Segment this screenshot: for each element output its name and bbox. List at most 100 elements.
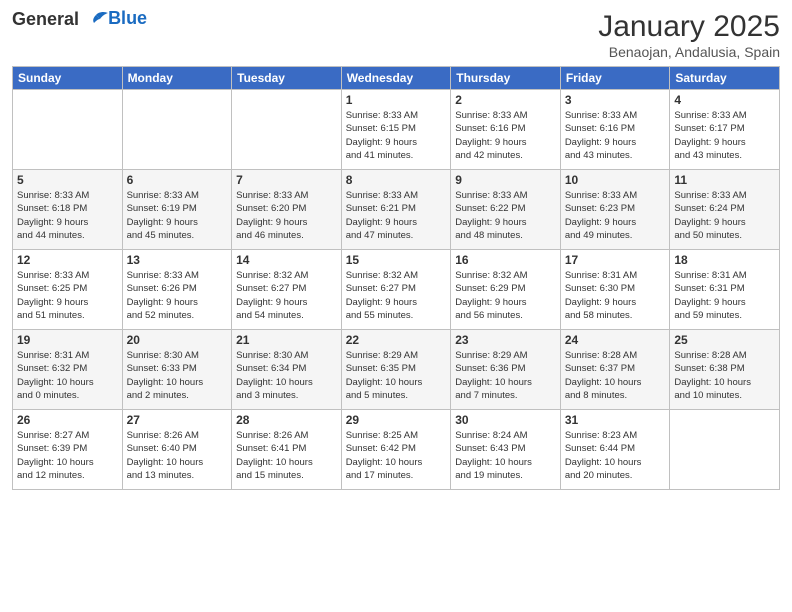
day-number: 30 bbox=[455, 413, 556, 427]
col-tuesday: Tuesday bbox=[232, 67, 342, 90]
day-info: Sunrise: 8:33 AM Sunset: 6:16 PM Dayligh… bbox=[565, 109, 666, 162]
day-info: Sunrise: 8:25 AM Sunset: 6:42 PM Dayligh… bbox=[346, 429, 447, 482]
table-row: 18 Sunrise: 8:31 AM Sunset: 6:31 PM Dayli… bbox=[670, 250, 780, 330]
day-number: 16 bbox=[455, 253, 556, 267]
table-row: 12 Sunrise: 8:33 AM Sunset: 6:25 PM Dayli… bbox=[13, 250, 123, 330]
table-row: 11 Sunrise: 8:33 AM Sunset: 6:24 PM Dayli… bbox=[670, 170, 780, 250]
day-number: 22 bbox=[346, 333, 447, 347]
day-number: 31 bbox=[565, 413, 666, 427]
calendar-week-row: 5 Sunrise: 8:33 AM Sunset: 6:18 PM Daylig… bbox=[13, 170, 780, 250]
table-row: 24 Sunrise: 8:28 AM Sunset: 6:37 PM Dayli… bbox=[560, 330, 670, 410]
day-number: 28 bbox=[236, 413, 337, 427]
day-info: Sunrise: 8:27 AM Sunset: 6:39 PM Dayligh… bbox=[17, 429, 118, 482]
table-row bbox=[122, 90, 232, 170]
logo: General Blue bbox=[12, 10, 147, 30]
day-number: 5 bbox=[17, 173, 118, 187]
day-info: Sunrise: 8:33 AM Sunset: 6:20 PM Dayligh… bbox=[236, 189, 337, 242]
col-sunday: Sunday bbox=[13, 67, 123, 90]
day-info: Sunrise: 8:29 AM Sunset: 6:36 PM Dayligh… bbox=[455, 349, 556, 402]
table-row: 8 Sunrise: 8:33 AM Sunset: 6:21 PM Daylig… bbox=[341, 170, 451, 250]
table-row bbox=[670, 410, 780, 490]
logo-blue: Blue bbox=[108, 8, 147, 28]
day-info: Sunrise: 8:24 AM Sunset: 6:43 PM Dayligh… bbox=[455, 429, 556, 482]
day-info: Sunrise: 8:32 AM Sunset: 6:27 PM Dayligh… bbox=[346, 269, 447, 322]
day-number: 26 bbox=[17, 413, 118, 427]
day-number: 29 bbox=[346, 413, 447, 427]
day-number: 21 bbox=[236, 333, 337, 347]
day-info: Sunrise: 8:28 AM Sunset: 6:37 PM Dayligh… bbox=[565, 349, 666, 402]
day-info: Sunrise: 8:33 AM Sunset: 6:24 PM Dayligh… bbox=[674, 189, 775, 242]
table-row: 9Sunrise: 8:33 AM Sunset: 6:22 PM Daylig… bbox=[451, 170, 561, 250]
calendar-week-row: 26 Sunrise: 8:27 AM Sunset: 6:39 PM Dayli… bbox=[13, 410, 780, 490]
day-info: Sunrise: 8:33 AM Sunset: 6:25 PM Dayligh… bbox=[17, 269, 118, 322]
day-info: Sunrise: 8:32 AM Sunset: 6:27 PM Dayligh… bbox=[236, 269, 337, 322]
day-number: 14 bbox=[236, 253, 337, 267]
table-row: 28 Sunrise: 8:26 AM Sunset: 6:41 PM Dayli… bbox=[232, 410, 342, 490]
table-row: 25Sunrise: 8:28 AM Sunset: 6:38 PM Dayli… bbox=[670, 330, 780, 410]
logo-general: General bbox=[12, 9, 79, 29]
col-monday: Monday bbox=[122, 67, 232, 90]
page: General Blue January 2025 Benaojan, Anda… bbox=[0, 0, 792, 612]
day-number: 4 bbox=[674, 93, 775, 107]
table-row bbox=[232, 90, 342, 170]
day-number: 8 bbox=[346, 173, 447, 187]
day-info: Sunrise: 8:33 AM Sunset: 6:16 PM Dayligh… bbox=[455, 109, 556, 162]
day-number: 20 bbox=[127, 333, 228, 347]
day-number: 18 bbox=[674, 253, 775, 267]
table-row: 19 Sunrise: 8:31 AM Sunset: 6:32 PM Dayli… bbox=[13, 330, 123, 410]
day-info: Sunrise: 8:33 AM Sunset: 6:17 PM Dayligh… bbox=[674, 109, 775, 162]
day-info: Sunrise: 8:33 AM Sunset: 6:23 PM Dayligh… bbox=[565, 189, 666, 242]
calendar-table: Sunday Monday Tuesday Wednesday Thursday… bbox=[12, 66, 780, 490]
table-row: 23 Sunrise: 8:29 AM Sunset: 6:36 PM Dayli… bbox=[451, 330, 561, 410]
col-friday: Friday bbox=[560, 67, 670, 90]
day-number: 24 bbox=[565, 333, 666, 347]
day-number: 12 bbox=[17, 253, 118, 267]
day-info: Sunrise: 8:33 AM Sunset: 6:15 PM Dayligh… bbox=[346, 109, 447, 162]
table-row: 27Sunrise: 8:26 AM Sunset: 6:40 PM Dayli… bbox=[122, 410, 232, 490]
table-row: 21Sunrise: 8:30 AM Sunset: 6:34 PM Dayli… bbox=[232, 330, 342, 410]
table-row: 2 Sunrise: 8:33 AM Sunset: 6:16 PM Daylig… bbox=[451, 90, 561, 170]
day-info: Sunrise: 8:30 AM Sunset: 6:33 PM Dayligh… bbox=[127, 349, 228, 402]
day-number: 19 bbox=[17, 333, 118, 347]
header: General Blue January 2025 Benaojan, Anda… bbox=[12, 10, 780, 60]
table-row: 26 Sunrise: 8:27 AM Sunset: 6:39 PM Dayli… bbox=[13, 410, 123, 490]
day-number: 3 bbox=[565, 93, 666, 107]
calendar-header-row: Sunday Monday Tuesday Wednesday Thursday… bbox=[13, 67, 780, 90]
day-info: Sunrise: 8:29 AM Sunset: 6:35 PM Dayligh… bbox=[346, 349, 447, 402]
day-number: 15 bbox=[346, 253, 447, 267]
day-number: 2 bbox=[455, 93, 556, 107]
col-thursday: Thursday bbox=[451, 67, 561, 90]
logo-bird-icon bbox=[86, 11, 108, 29]
table-row: 14 Sunrise: 8:32 AM Sunset: 6:27 PM Dayli… bbox=[232, 250, 342, 330]
day-info: Sunrise: 8:33 AM Sunset: 6:22 PM Dayligh… bbox=[455, 189, 556, 242]
table-row: 5 Sunrise: 8:33 AM Sunset: 6:18 PM Daylig… bbox=[13, 170, 123, 250]
table-row: 6Sunrise: 8:33 AM Sunset: 6:19 PM Daylig… bbox=[122, 170, 232, 250]
day-info: Sunrise: 8:31 AM Sunset: 6:30 PM Dayligh… bbox=[565, 269, 666, 322]
day-info: Sunrise: 8:33 AM Sunset: 6:26 PM Dayligh… bbox=[127, 269, 228, 322]
table-row: 4 Sunrise: 8:33 AM Sunset: 6:17 PM Daylig… bbox=[670, 90, 780, 170]
table-row: 22 Sunrise: 8:29 AM Sunset: 6:35 PM Dayli… bbox=[341, 330, 451, 410]
day-number: 13 bbox=[127, 253, 228, 267]
calendar-week-row: 1Sunrise: 8:33 AM Sunset: 6:15 PM Daylig… bbox=[13, 90, 780, 170]
table-row: 3 Sunrise: 8:33 AM Sunset: 6:16 PM Daylig… bbox=[560, 90, 670, 170]
day-info: Sunrise: 8:31 AM Sunset: 6:32 PM Dayligh… bbox=[17, 349, 118, 402]
col-wednesday: Wednesday bbox=[341, 67, 451, 90]
day-number: 23 bbox=[455, 333, 556, 347]
table-row: 17 Sunrise: 8:31 AM Sunset: 6:30 PM Dayli… bbox=[560, 250, 670, 330]
day-info: Sunrise: 8:33 AM Sunset: 6:18 PM Dayligh… bbox=[17, 189, 118, 242]
table-row: 29 Sunrise: 8:25 AM Sunset: 6:42 PM Dayli… bbox=[341, 410, 451, 490]
day-info: Sunrise: 8:32 AM Sunset: 6:29 PM Dayligh… bbox=[455, 269, 556, 322]
table-row: 7 Sunrise: 8:33 AM Sunset: 6:20 PM Daylig… bbox=[232, 170, 342, 250]
day-number: 11 bbox=[674, 173, 775, 187]
table-row: 15 Sunrise: 8:32 AM Sunset: 6:27 PM Dayli… bbox=[341, 250, 451, 330]
day-info: Sunrise: 8:26 AM Sunset: 6:41 PM Dayligh… bbox=[236, 429, 337, 482]
day-info: Sunrise: 8:23 AM Sunset: 6:44 PM Dayligh… bbox=[565, 429, 666, 482]
table-row: 10 Sunrise: 8:33 AM Sunset: 6:23 PM Dayli… bbox=[560, 170, 670, 250]
day-info: Sunrise: 8:26 AM Sunset: 6:40 PM Dayligh… bbox=[127, 429, 228, 482]
day-number: 10 bbox=[565, 173, 666, 187]
day-info: Sunrise: 8:33 AM Sunset: 6:21 PM Dayligh… bbox=[346, 189, 447, 242]
day-info: Sunrise: 8:31 AM Sunset: 6:31 PM Dayligh… bbox=[674, 269, 775, 322]
day-number: 7 bbox=[236, 173, 337, 187]
day-number: 17 bbox=[565, 253, 666, 267]
table-row: 20 Sunrise: 8:30 AM Sunset: 6:33 PM Dayli… bbox=[122, 330, 232, 410]
